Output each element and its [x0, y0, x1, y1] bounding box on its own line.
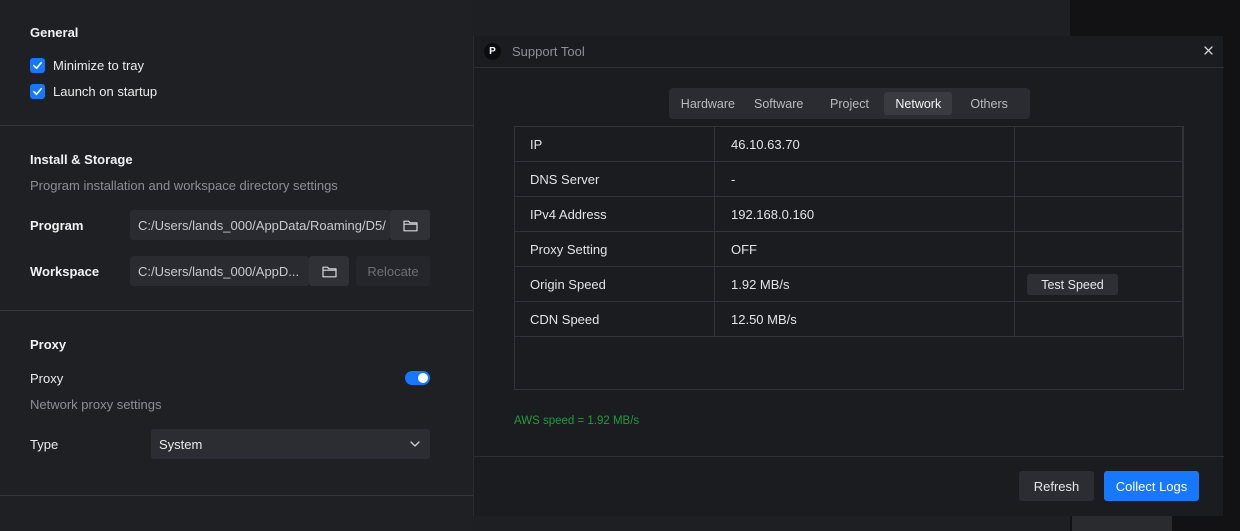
- row-label: Origin Speed: [530, 277, 606, 292]
- dialog-title: Support Tool: [512, 44, 585, 59]
- row-value: 12.50 MB/s: [731, 312, 797, 327]
- table-row: Origin Speed 1.92 MB/s Test Speed: [515, 267, 1183, 302]
- tab-bar: Hardware Software Project Network Others: [669, 88, 1030, 119]
- section-divider: [0, 310, 473, 311]
- row-label: IP: [530, 137, 543, 152]
- row-value: 46.10.63.70: [731, 137, 800, 152]
- collect-logs-button[interactable]: Collect Logs: [1104, 471, 1199, 501]
- tab-software[interactable]: Software: [743, 92, 815, 115]
- minimize-to-tray-checkbox[interactable]: Minimize to tray: [30, 58, 144, 73]
- program-label: Program: [30, 218, 84, 233]
- row-label: DNS Server: [530, 172, 600, 187]
- dialog-header: P Support Tool: [474, 36, 1224, 68]
- proxy-label: Proxy: [30, 371, 64, 386]
- checkbox-checked-icon[interactable]: [30, 58, 45, 73]
- workspace-browse-button[interactable]: [309, 256, 349, 286]
- folder-icon: [321, 266, 337, 277]
- proxy-type-value: System: [159, 436, 203, 452]
- row-label: IPv4 Address: [530, 207, 607, 222]
- row-label: CDN Speed: [530, 312, 600, 327]
- chevron-down-icon: [410, 441, 420, 447]
- table-row: DNS Server -: [515, 162, 1183, 197]
- table-row: IPv4 Address 192.168.0.160: [515, 197, 1183, 232]
- app-logo-icon: P: [484, 43, 501, 60]
- tab-network[interactable]: Network: [884, 92, 953, 115]
- program-path-field[interactable]: C:/Users/lands_000/AppData/Roaming/D5/: [130, 210, 390, 240]
- proxy-type-select[interactable]: System: [151, 429, 430, 459]
- row-value: 192.168.0.160: [731, 207, 815, 222]
- proxy-type-label: Type: [30, 437, 59, 452]
- close-button[interactable]: [1200, 42, 1216, 58]
- checkbox-checked-icon[interactable]: [30, 84, 45, 99]
- section-divider: [0, 495, 473, 496]
- settings-panel: General Minimize to tray Launch on start…: [0, 0, 473, 531]
- row-label: Proxy Setting: [530, 242, 608, 257]
- section-divider: [0, 125, 473, 126]
- proxy-toggle[interactable]: [405, 371, 430, 385]
- aws-speed-status: AWS speed = 1.92 MB/s: [514, 415, 640, 427]
- row-value: -: [731, 172, 736, 187]
- install-storage-description: Program installation and workspace direc…: [30, 178, 338, 193]
- tab-project[interactable]: Project: [815, 92, 885, 115]
- workspace-path-field[interactable]: C:/Users/lands_000/AppD...: [130, 256, 309, 286]
- general-section-title: General: [30, 25, 79, 40]
- proxy-description: Network proxy settings: [30, 397, 162, 412]
- folder-icon: [402, 220, 418, 231]
- support-tool-dialog: P Support Tool Hardware Software Project…: [473, 36, 1224, 516]
- tab-hardware[interactable]: Hardware: [673, 92, 743, 115]
- program-browse-button[interactable]: [390, 210, 430, 240]
- tab-others[interactable]: Others: [952, 92, 1026, 115]
- table-row: CDN Speed 12.50 MB/s: [515, 302, 1183, 337]
- launch-on-startup-label: Launch on startup: [53, 84, 158, 99]
- proxy-section-title: Proxy: [30, 337, 67, 352]
- refresh-button[interactable]: Refresh: [1019, 471, 1094, 501]
- footer-divider: [474, 456, 1224, 457]
- close-icon: [1203, 45, 1213, 55]
- table-row: IP 46.10.63.70: [515, 127, 1183, 162]
- row-value: OFF: [731, 242, 757, 257]
- install-storage-section-title: Install & Storage: [30, 152, 133, 167]
- workspace-label: Workspace: [30, 264, 100, 279]
- relocate-button[interactable]: Relocate: [356, 256, 430, 286]
- table-row: Proxy Setting OFF: [515, 232, 1183, 267]
- row-value: 1.92 MB/s: [731, 277, 790, 292]
- launch-on-startup-checkbox[interactable]: Launch on startup: [30, 84, 157, 99]
- network-info-table: IP 46.10.63.70 DNS Server - IPv4 Address…: [514, 126, 1184, 390]
- minimize-to-tray-label: Minimize to tray: [53, 58, 145, 73]
- test-speed-button[interactable]: Test Speed: [1027, 274, 1118, 295]
- background-app-bar: [1072, 514, 1172, 531]
